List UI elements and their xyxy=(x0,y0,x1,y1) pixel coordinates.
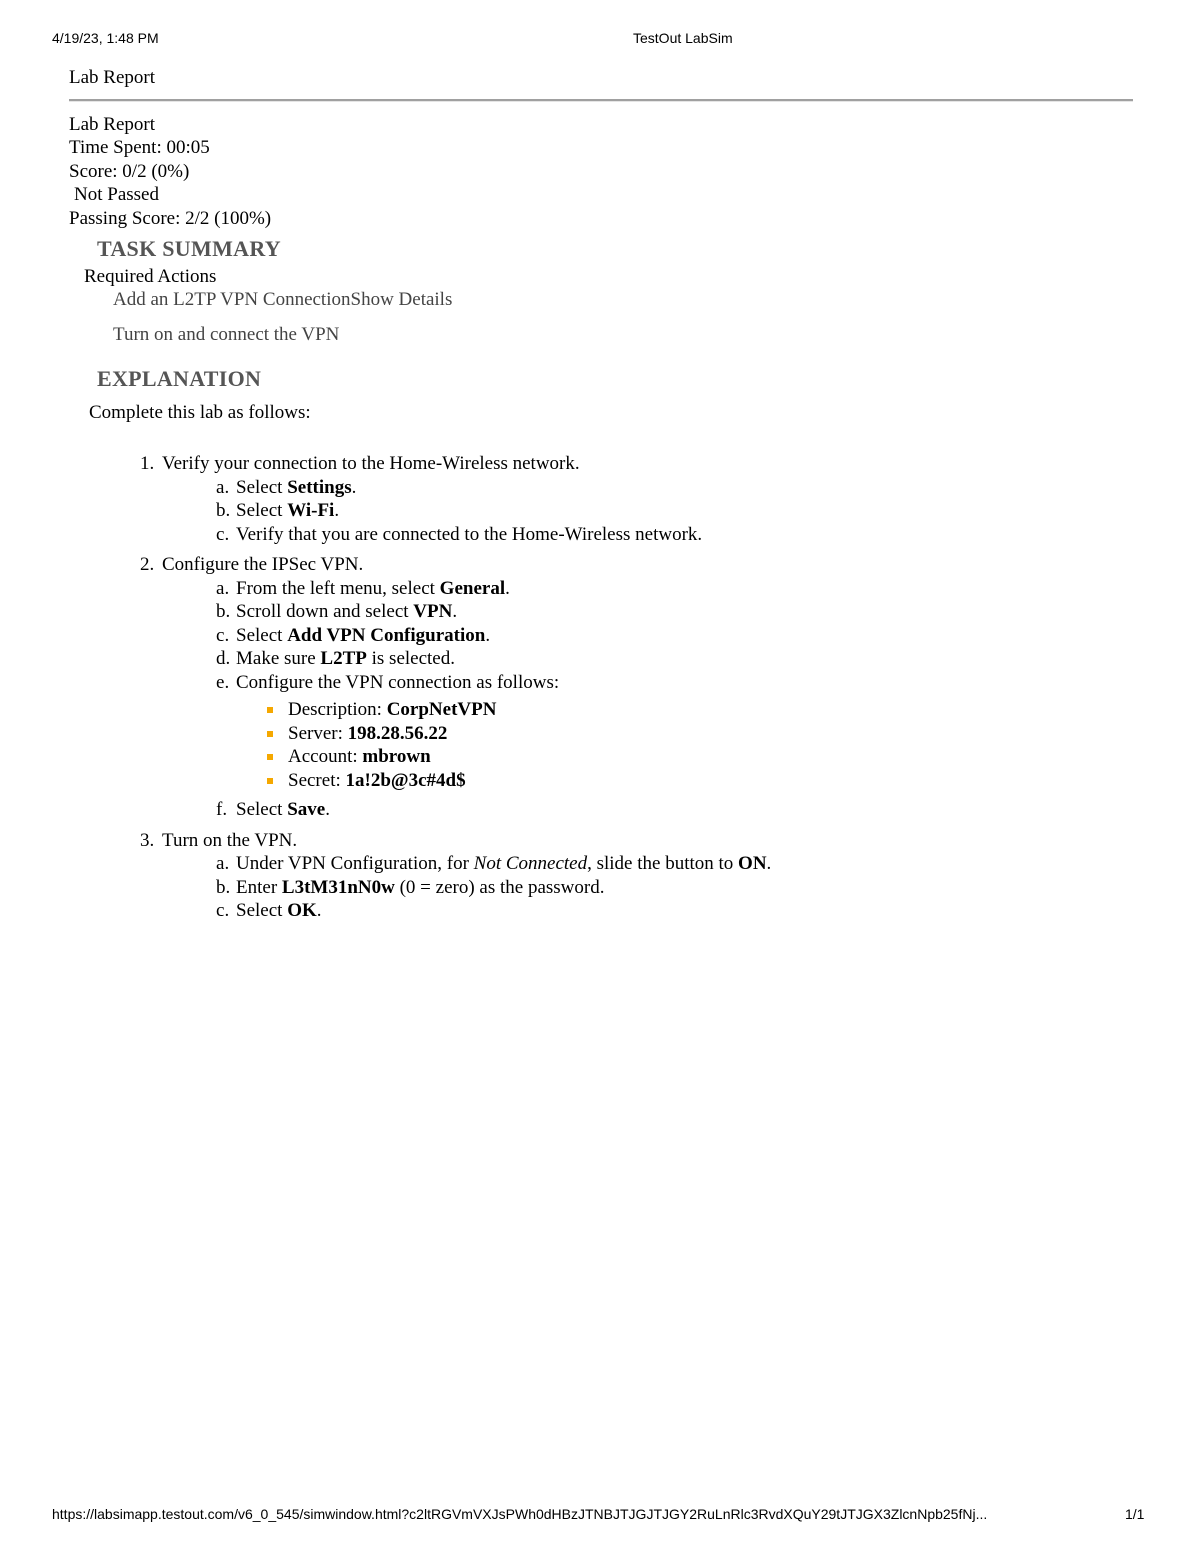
step-2e: Configure the VPN connection as follows:… xyxy=(216,671,1133,793)
passing-score: Passing Score: 2/2 (100%) xyxy=(69,207,272,229)
lab-report: Lab Report Lab Report Time Spent: 00:05 … xyxy=(69,66,1133,930)
step-3-text: Turn on the VPN. xyxy=(162,829,298,851)
step-2a: From the left menu, select General. xyxy=(216,577,510,600)
vpn-settings-list: Description: CorpNetVPN Server: 198.28.5… xyxy=(236,698,1133,792)
show-details-link[interactable]: Show Details xyxy=(351,289,453,310)
explanation-intro: Complete this lab as follows: xyxy=(89,401,311,423)
task-item-2: Turn on and connect the VPN xyxy=(113,323,340,345)
page-number: 1/1 xyxy=(1125,1506,1145,1522)
vpn-account: Account: mbrown xyxy=(267,745,1133,769)
print-title: TestOut LabSim xyxy=(633,30,733,46)
task-summary-heading: TASK SUMMARY xyxy=(97,236,281,261)
print-date: 4/19/23, 1:48 PM xyxy=(52,30,159,46)
step-2c: Select Add VPN Configuration. xyxy=(216,624,491,647)
steps-list: Verify your connection to the Home-Wirel… xyxy=(69,452,1133,923)
step-1b: Select Wi-Fi. xyxy=(216,499,340,522)
vpn-secret: Secret: 1a!2b@3c#4d$ xyxy=(267,769,1133,793)
time-spent: Time Spent: 00:05 xyxy=(69,137,210,158)
step-1: Verify your connection to the Home-Wirel… xyxy=(140,452,1133,547)
vpn-description: Description: CorpNetVPN xyxy=(267,698,1133,722)
status-badge: Not Passed xyxy=(74,184,159,205)
step-2f: Select Save. xyxy=(216,798,330,821)
report-title: Lab Report xyxy=(69,67,156,88)
step-3: Turn on the VPN. Under VPN Configuration… xyxy=(140,829,1133,923)
score: Score: 0/2 (0%) xyxy=(69,160,190,182)
step-1a: Select Settings. xyxy=(216,476,357,499)
divider xyxy=(69,98,1133,102)
step-2-text: Configure the IPSec VPN. xyxy=(162,554,364,575)
step-2b: Scroll down and select VPN. xyxy=(216,600,458,623)
task-item-1: Add an L2TP VPN ConnectionShow Details xyxy=(69,288,1133,312)
report-subtitle: Lab Report xyxy=(69,113,156,135)
required-actions-label: Required Actions xyxy=(84,265,217,287)
explanation-heading: EXPLANATION xyxy=(97,366,262,391)
step-3b: Enter L3tM31nN0w (0 = zero) as the passw… xyxy=(216,876,605,899)
task-1-label: Add an L2TP VPN Connection xyxy=(113,289,351,310)
vpn-server: Server: 198.28.56.22 xyxy=(267,722,1133,746)
step-3-substeps: Under VPN Configuration, for Not Connect… xyxy=(162,852,1133,923)
step-2-substeps: From the left menu, select General. Scro… xyxy=(162,577,1133,822)
step-2: Configure the IPSec VPN. From the left m… xyxy=(140,553,1133,822)
step-1-substeps: Select Settings. Select Wi-Fi. Verify th… xyxy=(162,476,1133,547)
step-3a: Under VPN Configuration, for Not Connect… xyxy=(216,852,772,875)
print-url: https://labsimapp.testout.com/v6_0_545/s… xyxy=(52,1506,988,1522)
step-2d: Make sure L2TP is selected. xyxy=(216,647,455,670)
step-1c: Verify that you are connected to the Hom… xyxy=(216,523,703,546)
step-1-text: Verify your connection to the Home-Wirel… xyxy=(162,453,580,474)
step-3c: Select OK. xyxy=(216,899,322,922)
